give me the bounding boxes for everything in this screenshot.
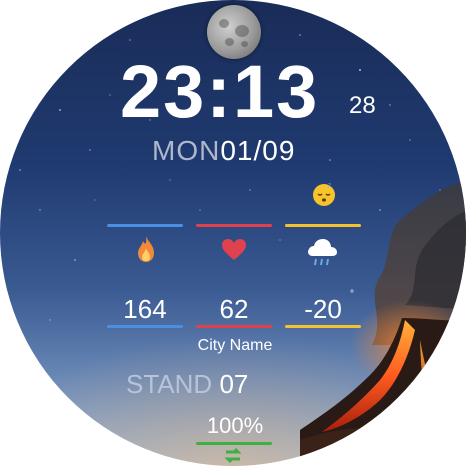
calories-bottom-bar [107,325,183,328]
stand-label: STAND [126,369,213,399]
charging-icon [224,447,242,464]
svg-text:z: z [328,182,331,189]
weather-top-bar [285,224,361,227]
watch-face: 23:13 28 MON01/09 z 164 62 -20 ° City Na… [0,0,466,466]
sleeping-face-icon[interactable]: z [311,181,337,207]
calories-top-bar [107,224,183,227]
time-seconds: 28 [349,92,376,119]
cloud-rain-icon[interactable] [305,236,339,268]
city-name: City Name [197,337,273,354]
weather-bottom-bar [285,325,361,328]
date-row: MON01/09 [152,135,295,167]
flame-icon[interactable] [134,234,158,264]
date-value: 01/09 [220,135,296,166]
time-hours-minutes: 23:13 [120,50,320,133]
weather-unit: ° [350,289,354,300]
battery-bar [196,442,272,445]
heart-icon[interactable] [221,238,247,262]
stand-counter[interactable]: STAND 07 [126,369,248,399]
heart-rate-bottom-bar [196,325,272,328]
battery-percent: 100% [206,413,264,438]
day-of-week: MON [152,135,221,166]
calories-value: 164 [123,294,167,324]
heart-rate-value: 62 [219,294,249,324]
stand-value: 07 [219,369,249,399]
heart-rate-top-bar [196,224,272,227]
